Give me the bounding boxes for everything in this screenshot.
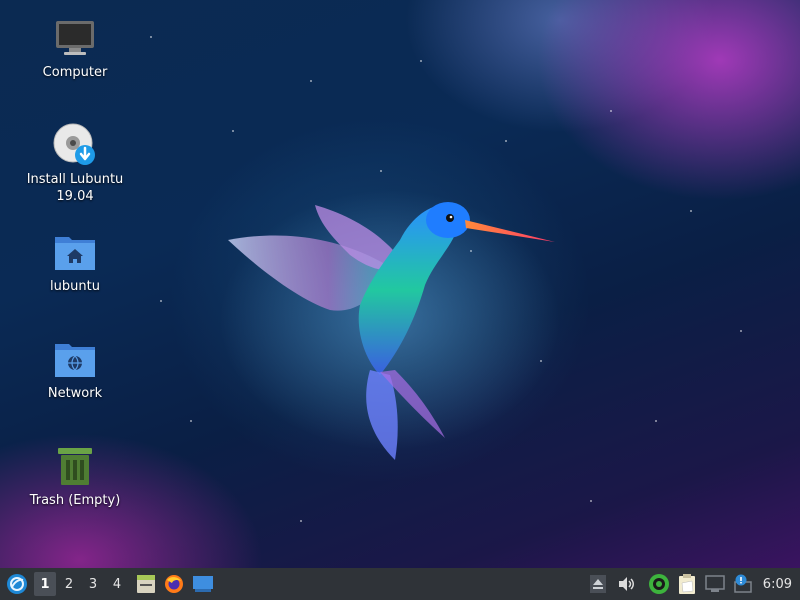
firefox-icon bbox=[165, 575, 183, 593]
desktop-icon-label: lubuntu bbox=[50, 279, 100, 294]
show-desktop-icon bbox=[193, 576, 213, 592]
workspace-4-button[interactable]: 4 bbox=[106, 572, 128, 596]
notification-button[interactable] bbox=[730, 572, 756, 596]
hummingbird-wallpaper bbox=[220, 190, 560, 460]
workspace-3-button[interactable]: 3 bbox=[82, 572, 104, 596]
desktop-icon-label: Network bbox=[47, 386, 103, 401]
clock[interactable]: 6:09 bbox=[757, 577, 800, 592]
trash-icon bbox=[53, 444, 97, 488]
network-folder-icon bbox=[53, 337, 97, 381]
system-tray: 6:09 bbox=[584, 572, 800, 596]
monitor-icon bbox=[53, 16, 97, 60]
eject-icon bbox=[589, 575, 606, 593]
application-menu-button[interactable] bbox=[2, 572, 32, 596]
lubuntu-logo-icon bbox=[7, 574, 27, 594]
volume-icon bbox=[618, 577, 634, 591]
desktop-icon-install-lubuntu[interactable]: Install Lubuntu 19.04 bbox=[20, 123, 130, 205]
network-monitor-icon bbox=[705, 575, 725, 592]
file-manager-launcher[interactable] bbox=[133, 572, 159, 596]
firefox-launcher[interactable] bbox=[161, 572, 187, 596]
eject-button[interactable] bbox=[585, 572, 611, 596]
desktop-icon-network[interactable]: Network bbox=[20, 337, 130, 402]
show-desktop-button[interactable] bbox=[189, 572, 217, 596]
desktop[interactable]: Computer Install Lubuntu 19.04 lubuntu N… bbox=[0, 0, 800, 568]
desktop-icon-home[interactable]: lubuntu bbox=[20, 230, 130, 295]
update-status-button[interactable] bbox=[646, 572, 672, 596]
clipboard-button[interactable] bbox=[674, 572, 700, 596]
volume-button[interactable] bbox=[613, 572, 639, 596]
workspace-2-button[interactable]: 2 bbox=[58, 572, 80, 596]
install-disc-icon bbox=[53, 123, 97, 167]
taskbar: 1 2 3 4 6:09 bbox=[0, 568, 800, 600]
workspace-1-button[interactable]: 1 bbox=[34, 572, 56, 596]
desktop-icon-computer[interactable]: Computer bbox=[20, 16, 130, 81]
notification-icon bbox=[734, 574, 752, 593]
desktop-icon-trash[interactable]: Trash (Empty) bbox=[20, 444, 130, 509]
file-manager-icon bbox=[137, 575, 155, 593]
desktop-icon-label: Install Lubuntu 19.04 bbox=[26, 172, 124, 204]
desktop-icon-label: Trash (Empty) bbox=[29, 493, 121, 508]
desktop-icon-label: Computer bbox=[42, 65, 108, 80]
home-folder-icon bbox=[53, 230, 97, 274]
update-status-icon bbox=[648, 574, 669, 594]
network-monitor-button[interactable] bbox=[702, 572, 728, 596]
clipboard-icon bbox=[678, 574, 695, 594]
